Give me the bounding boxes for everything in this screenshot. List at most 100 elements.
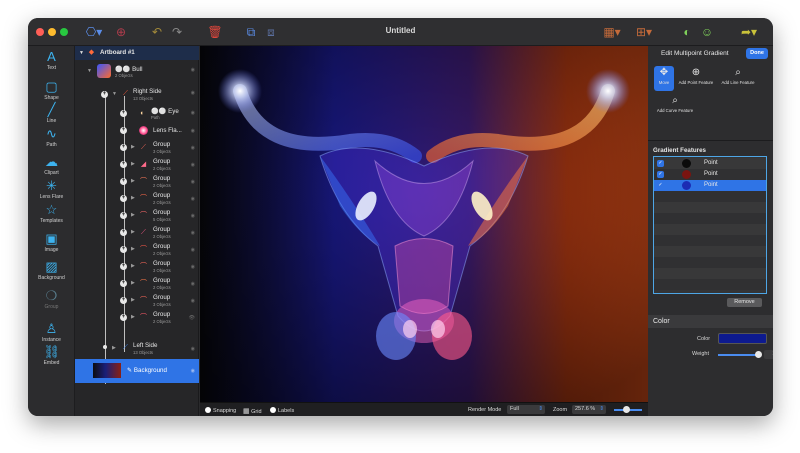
disclosure-icon[interactable]: ▼ bbox=[112, 91, 117, 97]
layer-group[interactable]: + ▶ ◢ Group 2 Objects ◉ bbox=[75, 156, 199, 173]
snapping-toggle[interactable]: Snapping bbox=[205, 407, 236, 414]
canvas[interactable] bbox=[200, 46, 648, 402]
gradient-point-row[interactable]: ✓ Point bbox=[654, 180, 766, 191]
minimize-window-button[interactable] bbox=[48, 28, 56, 36]
layer-group[interactable]: + ▶ ⟋ Group 2 Objects ◉ bbox=[75, 224, 199, 241]
add-icon[interactable]: + bbox=[120, 195, 127, 202]
tool-embed[interactable]: ⛓ Embed bbox=[28, 345, 75, 367]
layer-group[interactable]: + ▶ ⌒ Group 3 Objects ◉ bbox=[75, 258, 199, 275]
grid-toggle[interactable]: ▦ Grid bbox=[243, 407, 262, 415]
tool-text[interactable]: A Text bbox=[28, 50, 75, 72]
hierarchy-icon[interactable]: ⊞▾ bbox=[634, 23, 654, 41]
disclosure-icon[interactable]: ▶ bbox=[131, 314, 135, 320]
layer-group[interactable]: + ▶ ⌒ Group 3 Objects ◉ bbox=[75, 292, 199, 309]
visibility-icon[interactable]: ◉ bbox=[191, 90, 195, 96]
tool-lens-flare[interactable]: ✳ Lens Flare bbox=[28, 179, 75, 201]
ungroup-icon[interactable]: ⧈ bbox=[264, 23, 278, 41]
move-tool-button[interactable]: ✥ Move bbox=[654, 66, 674, 91]
undo-icon[interactable]: ↶ bbox=[150, 23, 164, 41]
checkbox[interactable]: ✓ bbox=[657, 182, 664, 189]
add-icon[interactable]: + bbox=[120, 246, 127, 253]
add-icon[interactable]: + bbox=[120, 229, 127, 236]
add-icon[interactable]: + bbox=[120, 314, 127, 321]
weight-field[interactable]: 100 bbox=[764, 350, 773, 359]
add-icon[interactable]: + bbox=[120, 110, 127, 117]
disclosure-icon[interactable]: ▶ bbox=[131, 161, 135, 167]
visibility-icon[interactable]: ◉ bbox=[191, 128, 195, 134]
weight-slider[interactable] bbox=[718, 354, 760, 356]
layer-right-side[interactable]: + ▼ ⟋ Right Side 13 Objects ◉ bbox=[75, 84, 199, 105]
disclosure-icon[interactable]: ▶ bbox=[131, 280, 135, 286]
tool-group[interactable]: ❍ Group bbox=[28, 289, 75, 311]
layer-lens-flare[interactable]: + Lens Fla... ◉ bbox=[75, 122, 199, 139]
zoom-window-button[interactable] bbox=[60, 28, 68, 36]
target-icon[interactable]: ⊕ bbox=[114, 23, 128, 41]
add-icon[interactable]: + bbox=[120, 178, 127, 185]
visibility-icon[interactable]: ◉ bbox=[191, 213, 195, 219]
visibility-icon[interactable]: ◉ bbox=[191, 298, 195, 304]
add-icon[interactable]: + bbox=[120, 263, 127, 270]
visibility-icon[interactable]: ◉ bbox=[191, 346, 195, 352]
add-line-feature-button[interactable]: ⌕ Add Line Feature bbox=[718, 66, 758, 85]
disclosure-icon[interactable]: ▶ bbox=[131, 229, 135, 235]
zoom-slider-knob[interactable] bbox=[623, 406, 630, 413]
tool-instance[interactable]: ♙ Instance bbox=[28, 322, 75, 344]
disclosure-icon[interactable]: ▶ bbox=[131, 212, 135, 218]
gradient-point-row[interactable]: ✓ Point bbox=[654, 169, 766, 180]
add-icon[interactable]: + bbox=[120, 127, 127, 134]
visibility-icon[interactable]: ◉ bbox=[191, 179, 195, 185]
add-point-feature-button[interactable]: ⊕ Add Point Feature bbox=[675, 66, 717, 85]
add-curve-feature-button[interactable]: ⌕ Add Curve Feature bbox=[654, 94, 696, 113]
grid-icon[interactable]: ▦▾ bbox=[602, 23, 622, 41]
layer-group[interactable]: + ▶ ⌒ Group 2 Objects ◉ bbox=[75, 241, 199, 258]
gradient-point-row[interactable]: ✓ Point bbox=[654, 158, 766, 169]
layer-group[interactable]: + ▶ ⌒ Group 2 Objects ◉ bbox=[75, 173, 199, 190]
done-button[interactable]: Done bbox=[746, 48, 768, 59]
group-icon[interactable]: ⧉ bbox=[244, 23, 258, 41]
add-icon[interactable]: + bbox=[120, 212, 127, 219]
tool-shape[interactable]: ▢ Shape bbox=[28, 80, 75, 102]
disclosure-icon[interactable]: ▼ bbox=[79, 50, 84, 56]
tool-templates[interactable]: ☆ Templates bbox=[28, 203, 75, 225]
add-icon[interactable]: + bbox=[120, 297, 127, 304]
tool-line[interactable]: ╱ Line bbox=[28, 103, 75, 125]
visibility-icon[interactable]: ◉ bbox=[191, 368, 195, 374]
visibility-icon[interactable]: ◉ bbox=[191, 145, 195, 151]
layer-artboard[interactable]: ▼ ◆ Artboard #1 bbox=[75, 46, 199, 60]
add-icon[interactable]: + bbox=[120, 280, 127, 287]
disclosure-icon[interactable]: ▶ bbox=[131, 195, 135, 201]
disclosure-icon[interactable]: ▶ bbox=[131, 297, 135, 303]
layer-left-side[interactable]: ▶ ⟋ Left Side 13 Objects ◉ bbox=[75, 340, 199, 357]
disclosure-icon[interactable]: ▶ bbox=[131, 246, 135, 252]
tool-background[interactable]: ▨ Background bbox=[28, 260, 75, 282]
visibility-icon[interactable]: ◉ bbox=[191, 67, 195, 73]
redo-icon[interactable]: ↷ bbox=[170, 23, 184, 41]
color-wheel-icon[interactable]: ☺ bbox=[700, 23, 714, 41]
disclosure-icon[interactable]: ▶ bbox=[131, 263, 135, 269]
render-mode-select[interactable]: Full ⇕ bbox=[507, 405, 545, 414]
layer-group[interactable]: + ▶ ⌒ Group 2 Objects 👁 bbox=[75, 309, 199, 326]
weight-slider-knob[interactable] bbox=[755, 351, 762, 358]
layer-background[interactable]: ✎ Background ◉ bbox=[75, 359, 199, 383]
close-window-button[interactable] bbox=[36, 28, 44, 36]
color-well[interactable] bbox=[718, 333, 767, 344]
remove-button[interactable]: Remove bbox=[727, 298, 762, 307]
visibility-icon[interactable]: ◉ bbox=[191, 196, 195, 202]
layer-group[interactable]: + ▶ ⌒ Group 2 Objects ◉ bbox=[75, 190, 199, 207]
labels-toggle[interactable]: Labels bbox=[270, 407, 294, 414]
disclosure-icon[interactable]: ▶ bbox=[131, 178, 135, 184]
layer-group[interactable]: + ▶ ⌒ Group 2 Objects ◉ bbox=[75, 275, 199, 292]
add-icon[interactable]: + bbox=[101, 91, 108, 98]
tool-image[interactable]: ▣ Image bbox=[28, 232, 75, 254]
zoom-field[interactable]: 257.6 % ⇕ bbox=[572, 405, 606, 414]
visibility-icon[interactable]: ◉ bbox=[191, 110, 195, 116]
artboard-icon[interactable]: ⎔▾ bbox=[84, 23, 104, 41]
checkbox[interactable]: ✓ bbox=[657, 160, 664, 167]
visibility-icon[interactable]: ◉ bbox=[191, 162, 195, 168]
layer-group[interactable]: + ▶ ⌒ Group 5 Objects ◉ bbox=[75, 207, 199, 224]
visibility-icon[interactable]: ◉ bbox=[191, 264, 195, 270]
tool-path[interactable]: ∿ Path bbox=[28, 127, 75, 149]
disclosure-icon[interactable]: ▼ bbox=[87, 68, 92, 74]
visibility-icon[interactable]: ◉ bbox=[191, 281, 195, 287]
visibility-icon[interactable]: 👁 bbox=[189, 315, 195, 321]
